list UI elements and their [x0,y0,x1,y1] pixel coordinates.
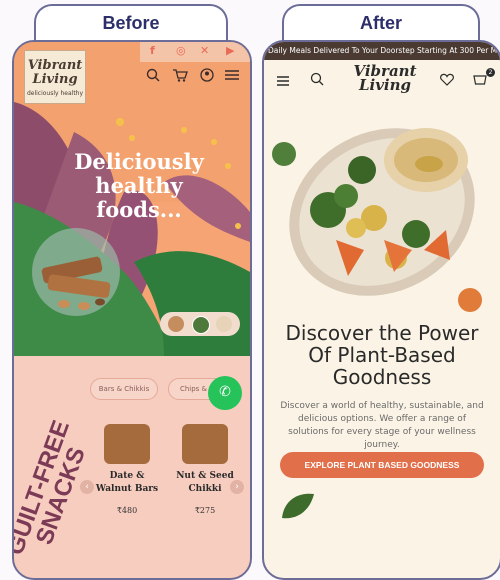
hero-title: Discover the Power Of Plant-Based Goodne… [285,321,479,389]
logo-line-1: Vibrant [27,58,83,73]
leaf-decoration [282,493,314,519]
product-image [182,424,228,464]
hero-headline: Deliciously healthy foods... [54,150,224,222]
product-card[interactable]: Date & Walnut Bars ₹480 [92,424,162,515]
account-icon[interactable] [200,68,214,86]
search-icon[interactable] [146,68,160,86]
product-name: Nut & Seed Chikki [176,471,234,494]
product-price: ₹275 [194,506,216,515]
instagram-icon[interactable]: ◎ [176,44,186,57]
explore-cta-button[interactable]: EXPLORE PLANT BASED GOODNESS [280,452,484,478]
cart-icon[interactable] [172,68,188,86]
logo-line-2: Living [32,72,78,87]
product-card[interactable]: Nut & Seed Chikki ₹275 [170,424,240,515]
thumbnail-3[interactable] [216,316,232,332]
chip-bars-chikkis[interactable]: Bars & Chikkis [90,378,158,400]
cart-count-badge: 2 [486,68,495,77]
menu-icon[interactable] [224,68,240,86]
logo-tagline: deliciously healthy [26,90,84,97]
site-header: Vibrant Living 2 [264,60,500,100]
hero-food-image [272,128,482,312]
hero-description: Discover a world of healthy, sustainable… [280,401,484,450]
after-phone: Daily Meals Delivered To Your Doorstep S… [262,40,500,580]
product-image [104,424,150,464]
brand-logo[interactable]: Vibrant Living [330,64,440,94]
snack-bar-image [41,256,111,310]
logo-line-2: Living [358,76,412,94]
snacks-section: Bars & Chikkis Chips & B ✆ GUILT-FREE SN… [14,356,250,578]
facebook-icon[interactable]: f [150,44,155,57]
whatsapp-button[interactable]: ✆ [208,376,242,410]
search-icon[interactable] [310,71,324,90]
hero-section: Vibrant Living deliciously healthy f ◎ ✕… [14,42,250,356]
before-phone: Vibrant Living deliciously healthy f ◎ ✕… [12,40,252,580]
whatsapp-icon: ✆ [219,384,231,400]
thumbnail-1[interactable] [168,316,184,332]
menu-icon[interactable] [276,72,290,91]
product-price: ₹480 [116,506,138,515]
brand-logo[interactable]: Vibrant Living deliciously healthy [24,50,86,104]
social-bar: f ◎ ✕ ▶ [140,42,250,62]
product-name: Date & Walnut Bars [95,471,159,494]
headline-line-1: Deliciously [74,149,204,174]
youtube-icon[interactable]: ▶ [226,44,234,57]
headline-line-2: healthy [95,173,183,198]
headline-line-3: foods... [96,197,182,222]
heart-icon[interactable] [440,71,454,90]
x-icon[interactable]: ✕ [200,44,209,57]
thumbnail-2[interactable] [192,316,210,334]
announcement-bar: Daily Meals Delivered To Your Doorstep S… [264,42,500,60]
thumbnail-carousel [160,312,240,336]
